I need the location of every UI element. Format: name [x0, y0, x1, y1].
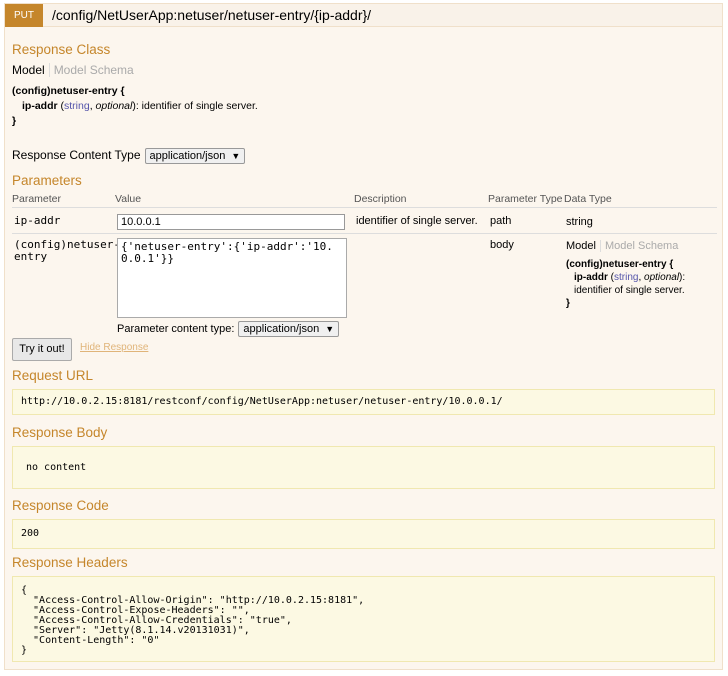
body-textarea[interactable]: {'netuser-entry':{'ip-addr':'10.0.0.1'}}	[117, 238, 347, 318]
data-type-string: string	[566, 216, 593, 228]
header-data-type: Data Type	[564, 193, 612, 205]
model-prop-description: ): identifier of single server.	[132, 100, 258, 112]
response-code-value: 200	[21, 528, 40, 539]
param-description: identifier of single server.	[356, 215, 478, 227]
response-headers-value: { "Access-Control-Allow-Origin": "http:/…	[21, 585, 365, 656]
response-headers-title: Response Headers	[12, 555, 128, 570]
request-url-value: http://10.0.2.15:8181/restconf/config/Ne…	[21, 396, 503, 407]
response-body-title: Response Body	[12, 425, 108, 440]
header-value: Value	[115, 193, 142, 205]
model-signature-close: }	[12, 115, 17, 127]
dropdown-arrow-icon: ▼	[231, 151, 241, 161]
model-prop-name: ip-addr	[22, 100, 58, 112]
dropdown-arrow-icon: ▼	[325, 324, 335, 334]
param-type-path: path	[490, 215, 512, 227]
response-body-block: no content	[12, 446, 715, 489]
response-headers-block: { "Access-Control-Allow-Origin": "http:/…	[12, 576, 715, 662]
request-url-title: Request URL	[12, 368, 94, 383]
body-model-optional: optional	[644, 272, 680, 283]
param-content-type-label: Parameter content type:	[117, 323, 235, 335]
response-code-block: 200	[12, 519, 715, 549]
try-it-out-button[interactable]: Try it out!	[12, 338, 72, 361]
param-type-body: body	[490, 239, 514, 251]
body-model-desc2: identifier of single server.	[574, 285, 685, 296]
response-model-signature: (config)netuser-entry { ip-addr (string,…	[12, 85, 258, 127]
operation-panel: PUT /config/NetUserApp:netuser/netuser-e…	[4, 3, 723, 670]
response-content-type-label: Response Content Type	[12, 148, 141, 162]
header-parameter: Parameter	[12, 193, 62, 205]
param-content-type-select[interactable]: application/json ▼	[238, 321, 340, 337]
endpoint-path[interactable]: /config/NetUserApp:netuser/netuser-entry…	[52, 7, 371, 23]
operation-heading[interactable]: PUT /config/NetUserApp:netuser/netuser-e…	[5, 4, 722, 27]
body-model-close: }	[566, 298, 570, 309]
body-model-type: string	[614, 272, 639, 283]
param-content-type-value: application/json	[243, 323, 320, 335]
model-signature-name: (config)netuser-entry {	[12, 85, 125, 97]
response-body-value: no content	[26, 462, 87, 473]
body-model-desc1: ):	[679, 272, 686, 283]
header-divider	[12, 207, 717, 208]
parameters-title: Parameters	[12, 173, 82, 188]
header-description: Description	[354, 193, 407, 205]
body-model-name: (config)netuser-entry {	[566, 259, 674, 270]
response-class-title: Response Class	[12, 42, 111, 57]
response-class-tabs: Model Model Schema	[12, 63, 134, 77]
response-content-type-value: application/json	[149, 150, 226, 162]
hide-response-link[interactable]: Hide Response	[80, 342, 148, 353]
model-tab[interactable]: Model	[12, 63, 50, 77]
body-model-tab[interactable]: Model	[566, 240, 601, 252]
body-model-schema-tab[interactable]: Model Schema	[601, 240, 678, 252]
response-content-type-select[interactable]: application/json ▼	[144, 148, 246, 164]
body-model-signature: Model Model Schema (config)netuser-entry …	[566, 240, 686, 309]
model-prop-type: string	[64, 100, 90, 112]
model-schema-tab[interactable]: Model Schema	[50, 63, 134, 77]
param-name-ip-addr: ip-addr	[14, 214, 61, 227]
row-divider	[12, 233, 717, 234]
ip-addr-input[interactable]: 10.0.0.1	[117, 214, 345, 230]
param-name-line2: entry	[14, 250, 48, 263]
header-parameter-type: Parameter Type	[488, 193, 563, 205]
response-code-title: Response Code	[12, 498, 109, 513]
body-model-prop: ip-addr	[574, 272, 608, 283]
request-url-block: http://10.0.2.15:8181/restconf/config/Ne…	[12, 389, 715, 415]
response-content-type-row: Response Content Type application/json ▼	[12, 148, 246, 164]
param-name-netuser-entry: (config)netuser- entry	[14, 239, 120, 263]
http-method-badge[interactable]: PUT	[5, 4, 43, 27]
model-prop-optional: optional	[95, 100, 133, 112]
param-content-type-row: Parameter content type: application/json ▼	[117, 321, 340, 337]
